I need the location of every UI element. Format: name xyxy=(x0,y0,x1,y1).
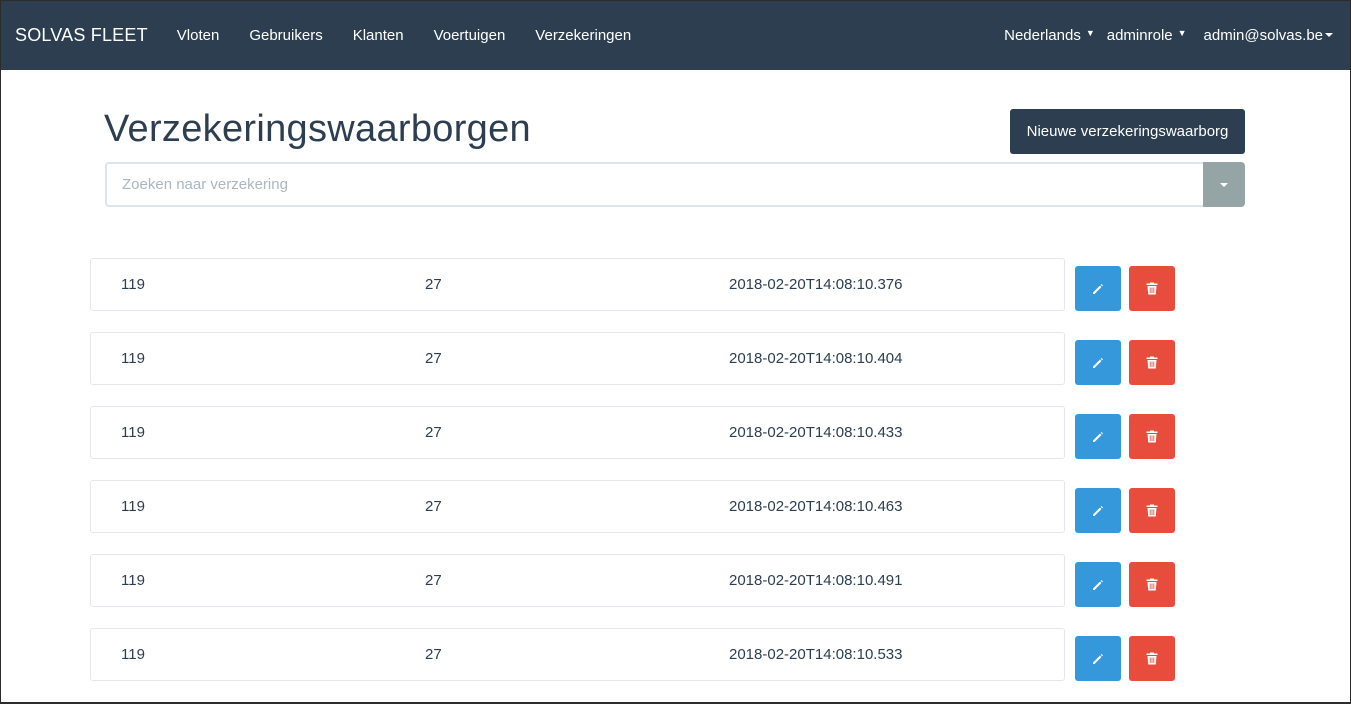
delete-button[interactable] xyxy=(1129,488,1175,533)
cell-value: 27 xyxy=(425,498,442,515)
cell-id: 119 xyxy=(121,276,145,293)
cell-value: 27 xyxy=(425,276,442,293)
edit-button[interactable] xyxy=(1075,340,1121,385)
caret-down-icon xyxy=(1220,182,1228,187)
list-item: 119 27 2018-02-20T14:08:10.491 xyxy=(90,554,1176,607)
list-item-card[interactable]: 119 27 2018-02-20T14:08:10.376 xyxy=(90,258,1065,311)
pencil-icon xyxy=(1093,431,1103,442)
cell-value: 27 xyxy=(425,646,442,663)
pencil-icon xyxy=(1093,579,1103,590)
cell-value: 27 xyxy=(425,424,442,441)
pencil-icon xyxy=(1093,653,1103,664)
list-item: 119 27 2018-02-20T14:08:10.463 xyxy=(90,480,1176,533)
caret-down-icon: ▼ xyxy=(1085,28,1095,38)
cell-timestamp: 2018-02-20T14:08:10.433 xyxy=(729,424,903,441)
list-item-card[interactable]: 119 27 2018-02-20T14:08:10.491 xyxy=(90,554,1065,607)
delete-button[interactable] xyxy=(1129,414,1175,459)
user-nav: Nederlands ▼ adminrole ▼ admin@solvas.be xyxy=(1004,27,1333,44)
list-item: 119 27 2018-02-20T14:08:10.533 xyxy=(90,628,1176,681)
nav-link-vloten[interactable]: Vloten xyxy=(162,27,235,44)
search-bar xyxy=(105,162,1245,207)
language-dropdown[interactable]: Nederlands ▼ xyxy=(1004,27,1095,44)
pencil-icon xyxy=(1093,505,1103,516)
role-dropdown[interactable]: adminrole ▼ xyxy=(1107,27,1187,44)
trash-icon xyxy=(1146,282,1158,295)
caret-down-icon xyxy=(1325,33,1333,37)
user-dropdown[interactable]: admin@solvas.be xyxy=(1204,27,1333,44)
page-title: Verzekeringswaarborgen xyxy=(104,108,531,150)
cell-id: 119 xyxy=(121,498,145,515)
pencil-icon xyxy=(1093,357,1103,368)
delete-button[interactable] xyxy=(1129,340,1175,385)
delete-button[interactable] xyxy=(1129,562,1175,607)
edit-button[interactable] xyxy=(1075,562,1121,607)
nav-link-voertuigen[interactable]: Voertuigen xyxy=(419,27,521,44)
delete-button[interactable] xyxy=(1129,266,1175,311)
brand-logo-text[interactable]: SOLVAS FLEET xyxy=(15,25,148,46)
list-item: 119 27 2018-02-20T14:08:10.433 xyxy=(90,406,1176,459)
cell-id: 119 xyxy=(121,350,145,367)
list-item-card[interactable]: 119 27 2018-02-20T14:08:10.433 xyxy=(90,406,1065,459)
list-item-card[interactable]: 119 27 2018-02-20T14:08:10.463 xyxy=(90,480,1065,533)
nav-link-verzekeringen[interactable]: Verzekeringen xyxy=(520,27,646,44)
trash-icon xyxy=(1146,356,1158,369)
cell-timestamp: 2018-02-20T14:08:10.404 xyxy=(729,350,903,367)
cell-id: 119 xyxy=(121,646,145,663)
cell-id: 119 xyxy=(121,424,145,441)
list-item-card[interactable]: 119 27 2018-02-20T14:08:10.533 xyxy=(90,628,1065,681)
cell-value: 27 xyxy=(425,572,442,589)
edit-button[interactable] xyxy=(1075,488,1121,533)
delete-button[interactable] xyxy=(1129,636,1175,681)
search-input[interactable] xyxy=(105,162,1203,207)
trash-icon xyxy=(1146,578,1158,591)
search-dropdown-toggle[interactable] xyxy=(1203,162,1245,207)
cell-timestamp: 2018-02-20T14:08:10.376 xyxy=(729,276,903,293)
edit-button[interactable] xyxy=(1075,636,1121,681)
trash-icon xyxy=(1146,430,1158,443)
nav-link-gebruikers[interactable]: Gebruikers xyxy=(234,27,337,44)
edit-button[interactable] xyxy=(1075,266,1121,311)
trash-icon xyxy=(1146,504,1158,517)
new-insurance-guarantee-button[interactable]: Nieuwe verzekeringswaarborg xyxy=(1010,109,1245,154)
nav-link-klanten[interactable]: Klanten xyxy=(338,27,419,44)
list-item: 119 27 2018-02-20T14:08:10.404 xyxy=(90,332,1176,385)
caret-down-icon: ▼ xyxy=(1177,28,1187,38)
language-label: Nederlands xyxy=(1004,26,1081,44)
top-navbar: SOLVAS FLEET Vloten Gebruikers Klanten V… xyxy=(0,0,1351,70)
cell-timestamp: 2018-02-20T14:08:10.533 xyxy=(729,646,903,663)
trash-icon xyxy=(1146,652,1158,665)
list-item: 119 27 2018-02-20T14:08:10.376 xyxy=(90,258,1176,311)
pencil-icon xyxy=(1093,283,1103,294)
cell-timestamp: 2018-02-20T14:08:10.463 xyxy=(729,498,903,515)
user-email-label: admin@solvas.be xyxy=(1203,26,1323,44)
main-nav: Vloten Gebruikers Klanten Voertuigen Ver… xyxy=(162,27,646,44)
cell-value: 27 xyxy=(425,350,442,367)
cell-timestamp: 2018-02-20T14:08:10.491 xyxy=(729,572,903,589)
cell-id: 119 xyxy=(121,572,145,589)
edit-button[interactable] xyxy=(1075,414,1121,459)
list-item-card[interactable]: 119 27 2018-02-20T14:08:10.404 xyxy=(90,332,1065,385)
role-label: adminrole xyxy=(1106,26,1173,44)
